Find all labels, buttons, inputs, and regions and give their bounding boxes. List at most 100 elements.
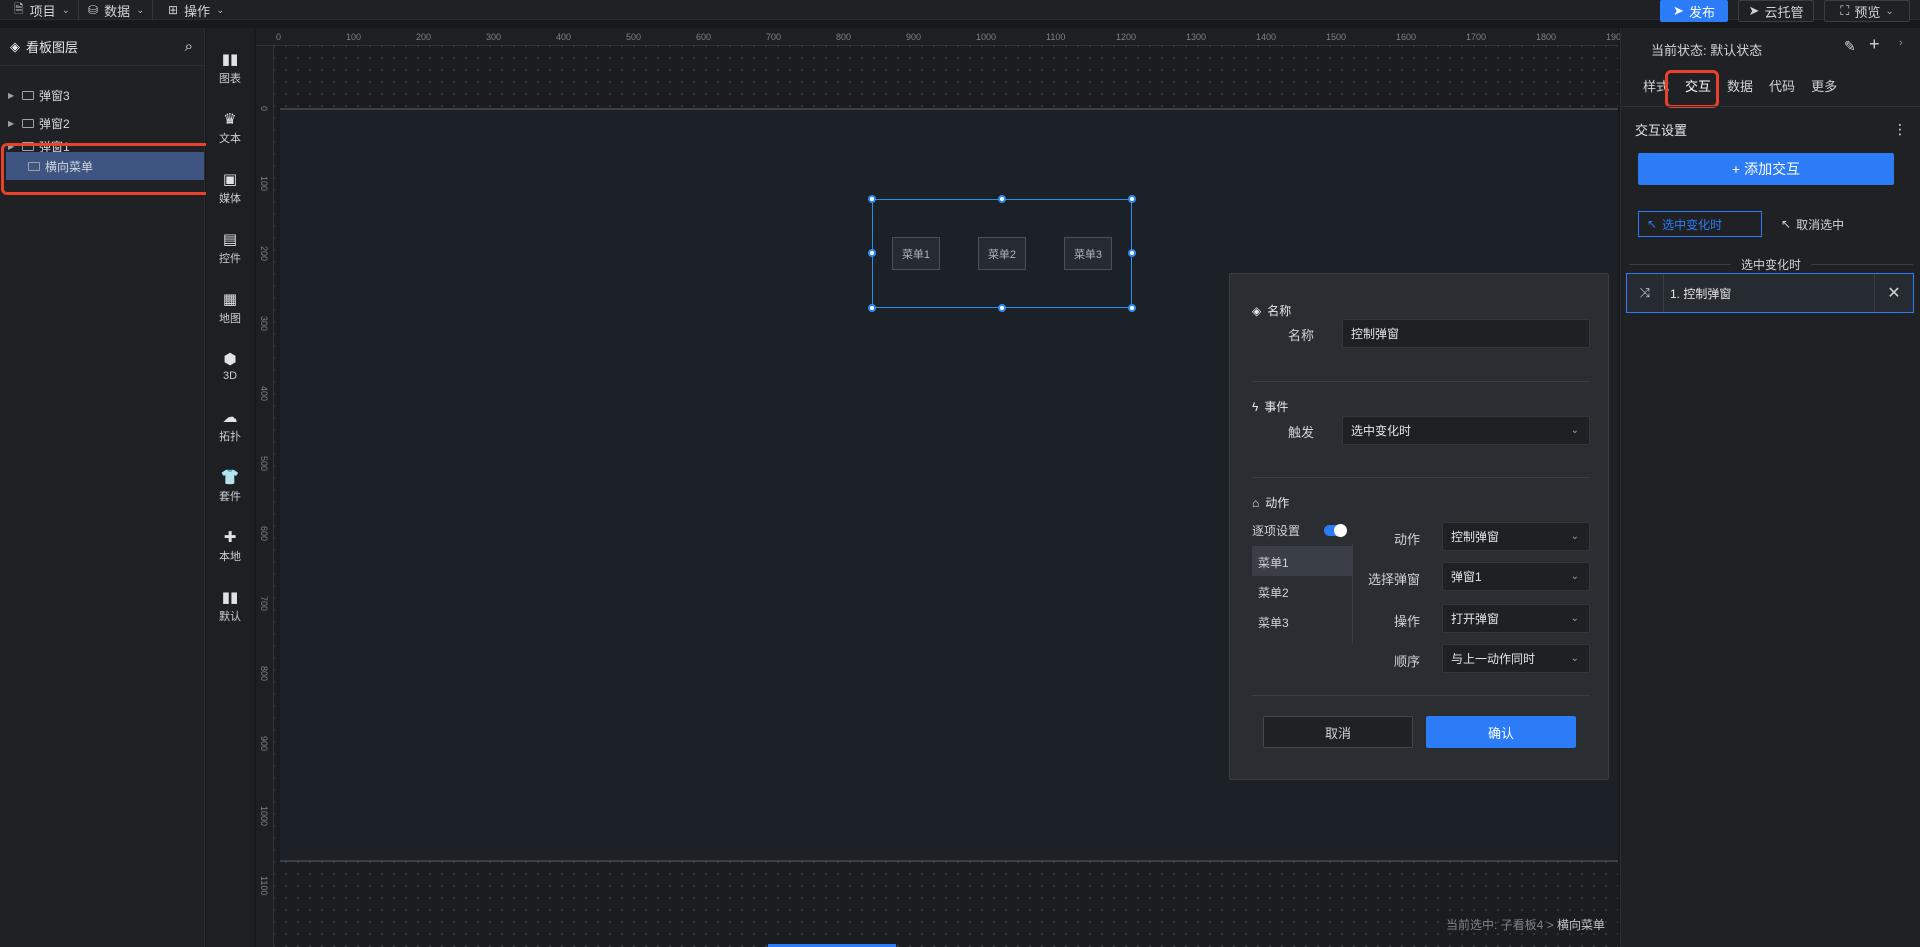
per-item-toggle[interactable]	[1324, 524, 1347, 537]
layers-icon: ◈	[10, 38, 20, 54]
layer-item[interactable]: ▶ 弹窗2	[0, 110, 205, 136]
cancel-button[interactable]: 取消	[1263, 716, 1413, 748]
resize-handle[interactable]	[1128, 304, 1136, 312]
ruler-tick-label: 1300	[1186, 32, 1207, 42]
popup-select[interactable]: 弹窗1 ⌄	[1442, 562, 1590, 591]
list-item[interactable]: 菜单2	[1258, 584, 1289, 601]
shirt-icon: 👕	[220, 469, 240, 486]
cloud-hosting-button[interactable]: ➤ 云托管	[1738, 0, 1814, 22]
name-input[interactable]: 控制弹窗	[1342, 319, 1590, 348]
confirm-button[interactable]: 确认	[1426, 716, 1576, 748]
tool-kit[interactable]: 👕 套件	[206, 456, 254, 516]
resize-handle[interactable]	[868, 304, 876, 312]
add-interaction-button[interactable]: + 添加交互	[1638, 153, 1894, 185]
menu-item-1[interactable]: 菜单1	[892, 237, 940, 270]
publish-button[interactable]: ➤ 发布	[1660, 0, 1728, 22]
send-icon: ➤	[1748, 3, 1760, 18]
current-state: 当前状态: 默认状态	[1651, 43, 1763, 58]
chevron-down-icon: ⌄	[1570, 571, 1579, 582]
collapse-icon[interactable]: ›	[1899, 37, 1903, 49]
ruler-tick-label: 0	[276, 32, 282, 42]
order-select[interactable]: 与上一动作同时 ⌄	[1442, 644, 1590, 673]
tool-topology[interactable]: ☁ 拓扑	[206, 396, 254, 456]
fullscreen-icon: ⛶	[1840, 3, 1850, 18]
crown-icon: ♛	[223, 111, 237, 128]
ruler-tick-label: 1500	[1326, 32, 1347, 42]
ruler-tick-label: 800	[259, 666, 269, 682]
ruler-tick-label: 1100	[259, 876, 269, 896]
ruler-tick-label: 900	[906, 32, 922, 42]
name-section-title: ◈ 名称	[1252, 303, 1292, 319]
edit-icon[interactable]: ✎	[1844, 38, 1856, 55]
ruler-tick-label: 800	[836, 32, 852, 42]
resize-handle[interactable]	[868, 249, 876, 257]
tab-code[interactable]: 代码	[1761, 72, 1803, 98]
tool-chart[interactable]: ▮▮ 图表	[206, 38, 254, 98]
menu-operation[interactable]: ⊞ 操作 ⌄	[160, 0, 232, 20]
caret-right-icon[interactable]: ▶	[8, 119, 18, 128]
ruler-left: 0 100 200 300 400 500 600 700 800 900 1000 1100	[256, 46, 274, 947]
shuffle-icon: ⤨	[1639, 285, 1651, 300]
menu-data[interactable]: ⛁ 数据 ⌄	[80, 0, 154, 20]
event-section-title: ϟ 事件	[1252, 399, 1289, 415]
tool-local[interactable]: ✚ 本地	[206, 516, 254, 576]
tool-3d[interactable]: ⬢ 3D	[206, 336, 254, 396]
divider	[1252, 477, 1590, 478]
tab-more[interactable]: 更多	[1803, 72, 1845, 98]
ruler-tick-label: 700	[259, 596, 269, 612]
search-icon[interactable]: ⌕	[185, 38, 193, 55]
plus-icon[interactable]: +	[1869, 34, 1880, 55]
tool-control[interactable]: ▤ 控件	[206, 218, 254, 278]
caret-right-icon[interactable]: ▶	[8, 91, 18, 100]
tool-default[interactable]: ▮▮ 默认	[206, 576, 254, 636]
chevron-down-icon: ⌄	[1570, 653, 1579, 664]
ruler-tick-label: 0	[259, 106, 269, 112]
popup-icon	[22, 90, 34, 100]
plus-icon: +	[1731, 161, 1741, 177]
chevron-down-icon: ⌄	[136, 4, 145, 16]
operation-select[interactable]: 打开弹窗 ⌄	[1442, 604, 1590, 633]
list-item[interactable]: 菜单3	[1258, 614, 1289, 631]
trigger-select[interactable]: 选中变化时 ⌄	[1342, 416, 1590, 445]
cursor-icon: ↖	[1781, 217, 1792, 231]
ruler-tick-label: 1400	[1256, 32, 1277, 42]
chevron-down-icon: ⌄	[1570, 531, 1579, 542]
menu-item-3[interactable]: 菜单3	[1064, 237, 1112, 270]
highlight-box-layer	[1, 143, 230, 195]
action-select[interactable]: 控制弹窗 ⌄	[1442, 522, 1590, 551]
tool-text[interactable]: ♛ 文本	[206, 98, 254, 158]
divider	[1621, 106, 1920, 107]
ruler-tick-label: 200	[259, 246, 269, 262]
event-tab-deselect[interactable]: ↖ 取消选中	[1773, 211, 1893, 237]
event-tab-select-change[interactable]: ↖ 选中变化时	[1638, 211, 1762, 237]
tool-map[interactable]: ▦ 地图	[206, 278, 254, 338]
resize-handle[interactable]	[1128, 249, 1136, 257]
file-icon: 🗎	[14, 1, 24, 16]
resize-handle[interactable]	[1128, 195, 1136, 203]
close-icon[interactable]: ✕	[1875, 283, 1913, 303]
ruler-tick-label: 300	[259, 316, 269, 332]
menu-item-2[interactable]: 菜单2	[978, 237, 1026, 270]
action-icon: ⌂	[1252, 495, 1260, 510]
more-vertical-icon[interactable]: ⋮	[1893, 121, 1907, 138]
horizontal-menu-component[interactable]: 菜单1 菜单2 菜单3	[868, 195, 1136, 312]
cursor-icon: ↖	[1647, 217, 1658, 231]
ruler-tick-label: 100	[346, 32, 362, 42]
ruler-tick-label: 100	[259, 176, 269, 192]
resize-handle[interactable]	[998, 195, 1006, 203]
map-icon: ▦	[222, 291, 238, 308]
layer-item[interactable]: ▶ 弹窗3	[0, 82, 205, 108]
resize-handle[interactable]	[868, 195, 876, 203]
per-item-label: 逐项设置	[1252, 524, 1301, 538]
ruler-tick-label: 300	[486, 32, 502, 42]
ruler-tick-label: 400	[556, 32, 572, 42]
interaction-item[interactable]: ⤨ 1. 控制弹窗 ✕	[1626, 273, 1914, 313]
list-item[interactable]: 菜单1	[1258, 554, 1289, 571]
tab-data[interactable]: 数据	[1719, 72, 1761, 98]
tool-media[interactable]: ▣ 媒体	[206, 158, 254, 218]
properties-panel: 当前状态: 默认状态 ✎ + › 样式 交互 数据 代码 更多 交互设置 ⋮ +…	[1620, 28, 1920, 947]
menu-project[interactable]: 🗎 项目 ⌄	[6, 0, 80, 20]
resize-handle[interactable]	[998, 304, 1006, 312]
ruler-tick-label: 1600	[1396, 32, 1417, 42]
preview-button[interactable]: ⛶ 预览 ⌄	[1824, 0, 1910, 22]
